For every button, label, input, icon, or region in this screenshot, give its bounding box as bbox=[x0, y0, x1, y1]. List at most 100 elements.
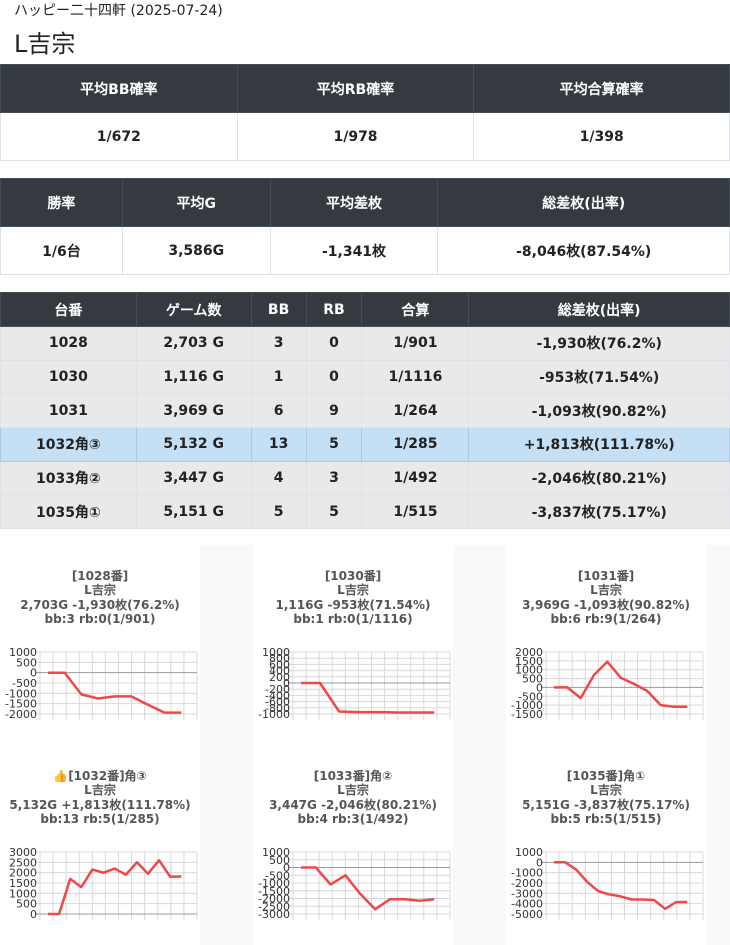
cell-combined-rate: 1/1116 bbox=[361, 359, 470, 395]
y-tick-label: -3000 bbox=[258, 908, 290, 921]
header-avg-bb[interactable]: 平均BB確率 bbox=[0, 64, 238, 113]
graph-caption-line: 👍[1032番]角③ bbox=[53, 769, 147, 783]
cell-combined-rate: 1/492 bbox=[361, 460, 470, 496]
graph-caption-line: 5,151G -3,837枚(75.17%) bbox=[522, 797, 690, 812]
cell-bb-count: 6 bbox=[250, 393, 307, 429]
cell-combined-rate: 1/264 bbox=[361, 393, 470, 429]
probability-summary-table: 平均BB確率 平均RB確率 平均合算確率 1/672 1/978 1/398 bbox=[0, 64, 730, 161]
cell-games: 2,703 G bbox=[135, 326, 252, 361]
cell-machine-no: 1032角③ bbox=[0, 427, 137, 462]
graph-caption-line: bb:3 rb:0(1/901) bbox=[44, 611, 156, 626]
graph-caption-line: [1031番] bbox=[577, 569, 635, 583]
cell-bb-count: 3 bbox=[250, 326, 307, 361]
graph-caption-line: [1028番] bbox=[71, 569, 129, 583]
header-win-rate[interactable]: 勝率 bbox=[0, 178, 123, 227]
cell-games: 5,151 G bbox=[135, 494, 252, 530]
difference-series-line bbox=[554, 660, 688, 709]
table-row[interactable]: 1032角③ 5,132 G 13 5 1/285 +1,813枚(111.78%) bbox=[0, 427, 730, 462]
cell-total-diff: -2,046枚(80.21%) bbox=[468, 460, 730, 496]
cell-games: 1,116 G bbox=[135, 359, 252, 395]
graph-caption: [1033番]角② L吉宗 3,447G -2,046枚(80.21%) bb:4 r… bbox=[253, 769, 453, 826]
graph-card-1028[interactable]: [1028番] L吉宗 2,703G -1,930枚(76.2%) bb:3 rb:0… bbox=[0, 545, 200, 745]
y-tick-label: -5000 bbox=[511, 908, 543, 921]
header-avg-total[interactable]: 平均合算確率 bbox=[473, 64, 730, 113]
cell-machine-no: 1033角② bbox=[0, 460, 137, 496]
table-row[interactable]: 1035角① 5,151 G 5 5 1/515 -3,837枚(75.17%) bbox=[0, 494, 730, 530]
table-row[interactable]: 1033角② 3,447 G 4 3 1/492 -2,046枚(80.21%) bbox=[0, 460, 730, 496]
y-tick-label: -1500 bbox=[511, 708, 543, 721]
store-date-label: ハッピー二十四軒 (2025-07-24) bbox=[14, 3, 223, 19]
graph-caption-line: L吉宗 bbox=[84, 583, 116, 598]
cell-bb-count: 5 bbox=[250, 494, 307, 530]
graph-caption: [1031番] L吉宗 3,969G -1,093枚(90.82%) bb:6 rb:… bbox=[506, 569, 706, 626]
cell-machine-no: 1028 bbox=[0, 326, 137, 361]
col-header-bb[interactable]: BB bbox=[250, 292, 307, 327]
graph-caption-line: L吉宗 bbox=[337, 583, 369, 598]
header-avg-games[interactable]: 平均G bbox=[121, 178, 271, 227]
graph-card-1031[interactable]: [1031番] L吉宗 3,969G -1,093枚(90.82%) bb:6 rb:… bbox=[506, 545, 706, 745]
graph-caption: 👍[1032番]角③ L吉宗 5,132G +1,813枚(111.78%) bb:1… bbox=[0, 769, 200, 826]
graph-plot: 2000150010005000-500-1000-1500 bbox=[511, 646, 704, 721]
cell-bb-count: 1 bbox=[250, 359, 307, 395]
graph-caption-line: 2,703G -1,930枚(76.2%) bbox=[20, 597, 180, 612]
col-header-rb[interactable]: RB bbox=[305, 292, 363, 327]
cell-combined-rate: 1/901 bbox=[361, 326, 470, 361]
col-header-games[interactable]: ゲーム数 bbox=[135, 292, 252, 327]
graph-caption-line: L吉宗 bbox=[590, 783, 622, 798]
cell-games: 3,969 G bbox=[135, 393, 252, 429]
header-total-diff[interactable]: 総差枚(出率) bbox=[437, 178, 730, 227]
cell-combined-rate: 1/515 bbox=[361, 494, 470, 530]
cell-total-diff: -3,837枚(75.17%) bbox=[468, 494, 730, 530]
graph-caption-line: [1030番] bbox=[324, 569, 382, 583]
graph-caption-line: L吉宗 bbox=[337, 783, 369, 798]
col-header-combined[interactable]: 合算 bbox=[361, 292, 470, 327]
machine-table: 台番 ゲーム数 BB RB 合算 総差枚(出率) 1028 2,703 G 3 0 1/… bbox=[0, 292, 730, 530]
difference-series-line bbox=[48, 859, 182, 916]
cell-total-diff: -1,093枚(90.82%) bbox=[468, 393, 730, 429]
page-title: L吉宗 bbox=[14, 30, 76, 58]
col-header-machine-no[interactable]: 台番 bbox=[0, 292, 137, 327]
value-avg-bb: 1/672 bbox=[0, 112, 238, 161]
graph-caption-line: 3,447G -2,046枚(80.21%) bbox=[269, 797, 437, 812]
graph-caption-line: L吉宗 bbox=[590, 583, 622, 598]
table-row[interactable]: 1030 1,116 G 1 0 1/1116 -953枚(71.54%) bbox=[0, 359, 730, 395]
cell-total-diff: -953枚(71.54%) bbox=[468, 359, 730, 395]
y-tick-label: -1000 bbox=[258, 708, 290, 721]
cell-machine-no: 1035角① bbox=[0, 494, 137, 530]
y-tick-label: -2000 bbox=[5, 708, 37, 721]
cell-games: 3,447 G bbox=[135, 460, 252, 496]
graph-card-1033[interactable]: [1033番]角② L吉宗 3,447G -2,046枚(80.21%) bb:4 r… bbox=[253, 745, 453, 945]
graph-caption: [1030番] L吉宗 1,116G -953枚(71.54%) bb:1 rb:0(… bbox=[253, 569, 453, 626]
table-row[interactable]: 1031 3,969 G 6 9 1/264 -1,093枚(90.82%) bbox=[0, 393, 730, 429]
graph-plot: 10008006004002000-200-400-600-800-1000 bbox=[258, 646, 451, 721]
header-avg-diff[interactable]: 平均差枚 bbox=[269, 178, 439, 227]
graph-card-1035[interactable]: [1035番]角① L吉宗 5,151G -3,837枚(75.17%) bb:5 r… bbox=[506, 745, 706, 945]
graph-caption-line: L吉宗 bbox=[84, 783, 116, 798]
cell-bb-count: 13 bbox=[250, 427, 307, 462]
graph-plot: 10000-1000-2000-3000-4000-5000 bbox=[511, 846, 704, 921]
value-avg-diff: -1,341枚 bbox=[269, 226, 439, 275]
graph-caption-line: bb:13 rb:5(1/285) bbox=[40, 811, 160, 826]
cell-rb-count: 0 bbox=[305, 326, 363, 361]
graph-plot: 10005000-500-1000-1500-2000-2500-3000 bbox=[258, 846, 451, 921]
table-row[interactable]: 1028 2,703 G 3 0 1/901 -1,930枚(76.2%) bbox=[0, 326, 730, 361]
value-avg-games: 3,586G bbox=[121, 226, 271, 275]
difference-series-line bbox=[301, 866, 435, 911]
graph-caption-line: 5,132G +1,813枚(111.78%) bbox=[9, 797, 191, 812]
header-avg-rb[interactable]: 平均RB確率 bbox=[236, 64, 475, 113]
graph-caption-line: 3,969G -1,093枚(90.82%) bbox=[522, 597, 690, 612]
cell-rb-count: 3 bbox=[305, 460, 363, 496]
graph-card-1030[interactable]: [1030番] L吉宗 1,116G -953枚(71.54%) bb:1 rb:0(… bbox=[253, 545, 453, 745]
col-header-total-diff[interactable]: 総差枚(出率) bbox=[468, 292, 730, 327]
graph-plot: 10005000-500-1000-1500-2000 bbox=[5, 646, 198, 721]
graph-card-1032[interactable]: 👍[1032番]角③ L吉宗 5,132G +1,813枚(111.78%) bb:1… bbox=[0, 745, 200, 945]
y-tick-label: 0 bbox=[30, 908, 37, 921]
graph-caption-line: bb:4 rb:3(1/492) bbox=[297, 811, 409, 826]
graph-caption-line: bb:5 rb:5(1/515) bbox=[550, 811, 662, 826]
cell-total-diff: -1,930枚(76.2%) bbox=[468, 326, 730, 361]
cell-bb-count: 4 bbox=[250, 460, 307, 496]
cell-total-diff: +1,813枚(111.78%) bbox=[468, 427, 730, 462]
value-win-rate: 1/6台 bbox=[0, 226, 123, 275]
cell-rb-count: 0 bbox=[305, 359, 363, 395]
value-total-diff: -8,046枚(87.54%) bbox=[437, 226, 730, 275]
